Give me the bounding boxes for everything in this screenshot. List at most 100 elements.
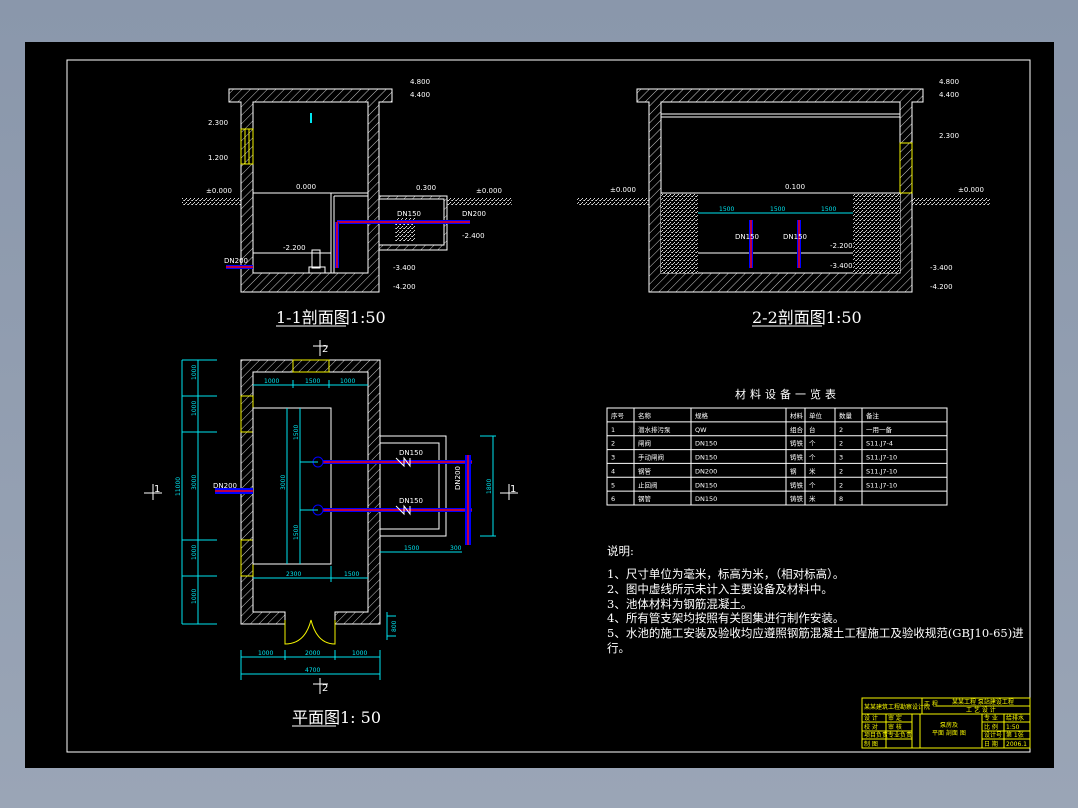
table-cell: 铸铁 [790,480,804,489]
svg-text:1500: 1500 [770,206,785,213]
svg-text:1000: 1000 [191,365,198,380]
table-cell: 个 [809,440,816,448]
table-header-cell: 材料 [790,411,804,420]
svg-text:2: 2 [322,344,328,355]
table-cell: 止回阀 [638,480,658,489]
svg-text:1:50: 1:50 [1006,724,1020,731]
svg-text:DN200: DN200 [462,210,486,218]
svg-text:5、水池的施工安装及验收均应遵照钢筋混凝土工程施工及验收规范: 5、水池的施工安装及验收均应遵照钢筋混凝土工程施工及验收规范(GBJ10-65)… [607,626,1024,640]
table-header-cell: 单位 [809,411,823,420]
table-cell: DN150 [695,440,717,448]
svg-text:某某工程 泵站建设工程: 某某工程 泵站建设工程 [952,698,1014,706]
section-2-2-title: 2-2剖面图1:50 [752,308,862,327]
svg-text:4、所有管支架均按照有关图集进行制作安装。: 4、所有管支架均按照有关图集进行制作安装。 [607,611,844,625]
table-header-cell: 数量 [839,411,853,420]
svg-text:1000: 1000 [191,545,198,560]
svg-text:1500: 1500 [305,378,320,385]
svg-text:说明:: 说明: [607,544,634,558]
table-cell: DN150 [695,481,717,489]
svg-text:300: 300 [450,545,462,552]
table-cell: 个 [809,454,816,462]
svg-text:2.300: 2.300 [939,132,959,140]
svg-text:项目负责: 项目负责 [864,731,888,739]
table-cell: 钢管 [638,466,652,475]
table-cell: 米 [809,494,816,503]
table-cell: 2 [839,426,843,434]
table-cell: DN200 [695,467,717,475]
table-cell: 5 [611,481,615,489]
svg-text:±0.000: ±0.000 [476,187,502,195]
svg-text:1500: 1500 [404,545,419,552]
svg-text:平面 剖面 图: 平面 剖面 图 [932,729,966,737]
svg-text:-3.400: -3.400 [830,262,853,270]
svg-text:1: 1 [154,484,160,495]
table-cell: DN150 [695,454,717,462]
table-cell: 闸阀 [638,439,651,448]
svg-text:0.100: 0.100 [785,183,805,191]
table-cell: 台 [809,425,816,434]
table-cell: 组合 [790,425,804,434]
table-cell: 一用一备 [866,425,893,434]
svg-text:2000: 2000 [305,650,320,657]
table-header-cell: 名称 [638,411,652,420]
svg-text:比 例: 比 例 [984,723,998,731]
table-cell: 3 [839,454,843,462]
svg-text:0.000: 0.000 [296,183,316,191]
svg-text:-4.200: -4.200 [930,283,953,291]
svg-text:DN150: DN150 [397,210,421,218]
svg-text:±0.000: ±0.000 [206,187,232,195]
table-cell: 1 [611,426,615,434]
svg-text:1500: 1500 [719,206,734,213]
table-header-cell: 备注 [866,411,880,420]
svg-text:2、图中虚线所示未计入主要设备及材料中。: 2、图中虚线所示未计入主要设备及材料中。 [607,582,833,596]
table-cell: 米 [809,466,816,475]
table-cell: 2 [839,481,843,489]
svg-text:第 1张: 第 1张 [1006,731,1024,739]
svg-text:3000: 3000 [280,475,287,490]
table-cell: S11.J7-10 [866,481,897,489]
svg-text:制 图: 制 图 [864,740,878,748]
svg-text:专 业: 专 业 [984,714,998,722]
table-cell: 8 [839,495,843,503]
svg-text:校 对: 校 对 [864,723,878,731]
svg-text:2006.1: 2006.1 [1006,741,1027,748]
table-cell: 手动闸阀 [638,453,664,462]
table-cell: 3 [611,454,615,462]
svg-text:2300: 2300 [286,571,301,578]
svg-text:2.300: 2.300 [208,119,228,127]
ground-left [182,197,241,205]
svg-text:1000: 1000 [191,589,198,604]
svg-text:-2.200: -2.200 [283,244,306,252]
svg-text:-3.400: -3.400 [930,264,953,272]
svg-text:0.300: 0.300 [416,184,436,192]
table-cell: 2 [839,467,843,475]
svg-text:1500: 1500 [344,571,359,578]
svg-text:1000: 1000 [340,378,355,385]
svg-text:DN150: DN150 [735,233,759,241]
table-cell: S11.J7-10 [866,467,897,475]
table-cell: 2 [839,440,843,448]
table-cell: S11.J7-10 [866,454,897,462]
table-cell: 潜水排污泵 [638,425,671,434]
svg-text:工 程: 工 程 [924,700,938,708]
svg-text:1500: 1500 [293,525,300,540]
svg-text:11000: 11000 [175,477,182,496]
svg-text:1500: 1500 [293,425,300,440]
svg-text:±0.000: ±0.000 [610,186,636,194]
plan-title: 平面图1: 50 [292,708,381,727]
svg-text:日 期: 日 期 [984,740,998,748]
table-header-cell: 序号 [611,411,625,420]
svg-text:DN200: DN200 [454,466,462,490]
svg-text:设计号: 设计号 [984,731,1002,739]
section-1-1-title: 1-1剖面图1:50 [276,308,386,327]
svg-text:3000: 3000 [191,475,198,490]
table-cell: 钢 [790,467,797,475]
svg-text:DN150: DN150 [783,233,807,241]
svg-text:1000: 1000 [258,650,273,657]
svg-text:±0.000: ±0.000 [958,186,984,194]
svg-text:1800: 1800 [486,479,493,494]
svg-text:2: 2 [322,683,328,694]
svg-text:行。: 行。 [607,641,630,655]
svg-text:1000: 1000 [264,378,279,385]
cad-drawing-canvas[interactable]: 2.300 1.200 ±0.000 0.000 0.300 ±0.000 4.… [0,0,1078,808]
